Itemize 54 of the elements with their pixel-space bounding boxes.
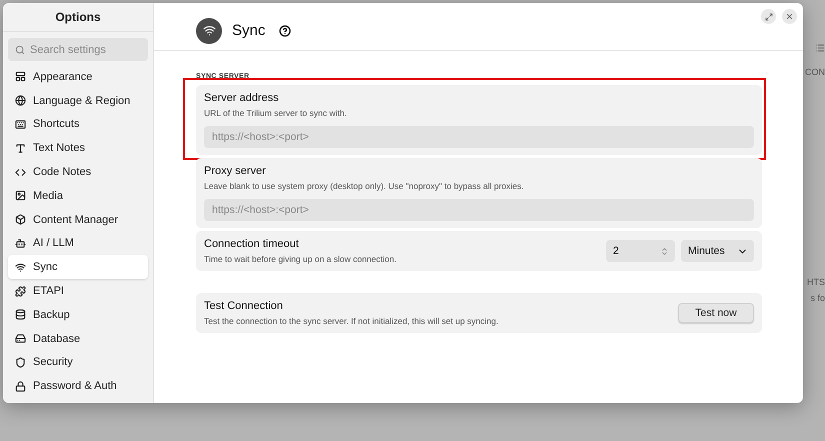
sidebar-item[interactable]: Security [8, 350, 148, 374]
maximize-button[interactable] [761, 9, 776, 24]
image-icon [15, 190, 26, 202]
list-icon[interactable] [815, 43, 825, 53]
sidebar-item[interactable]: Appearance [8, 65, 148, 89]
sidebar-item[interactable]: Sync [8, 255, 148, 280]
setting-description: Test the connection to the sync server. If not initialized, this will set up syncing. [204, 316, 498, 326]
database-icon [15, 309, 26, 320]
sidebar-item[interactable]: Shortcuts [8, 112, 148, 136]
setting-description: Leave blank to use system proxy (desktop only). Use "noproxy" to bypass all proxies. [204, 181, 525, 191]
close-icon [785, 12, 794, 21]
setting-description: Time to wait before giving up on a slow connection. [204, 254, 396, 264]
maximize-icon [764, 12, 772, 20]
close-button[interactable] [782, 9, 797, 24]
sidebar-title: Options [3, 3, 153, 32]
sidebar-item[interactable]: ETAPI [8, 279, 148, 303]
text-icon [15, 142, 26, 154]
search-field[interactable]: Search settings [8, 38, 148, 61]
drive-icon [15, 333, 26, 344]
sidebar-item[interactable]: Text Notes [8, 136, 148, 160]
sidebar-item[interactable]: Password & Auth [8, 374, 148, 398]
setting-label: Test Connection [204, 300, 284, 312]
sidebar-item[interactable]: Media [8, 184, 148, 208]
sidebar-item[interactable]: Language & Region [8, 88, 148, 113]
help-icon[interactable] [279, 24, 292, 36]
sidebar-item[interactable]: Backup [8, 302, 148, 327]
layout-icon [15, 71, 26, 82]
backdrop-text: CON [805, 67, 825, 77]
page-title: Sync [232, 22, 266, 39]
setting-label: Connection timeout [204, 238, 300, 250]
setting-label: Server address [204, 92, 280, 104]
number-field[interactable]: 2 [606, 240, 675, 262]
backdrop-text: HTS [807, 277, 825, 287]
cube-icon [15, 214, 26, 226]
input-field[interactable]: https://<host>:<port> [204, 199, 754, 221]
globe-icon [15, 95, 26, 106]
backdrop-text: s fo [810, 293, 825, 303]
setting-description: URL of the Trilium server to sync with. [204, 108, 348, 118]
code-icon [15, 166, 26, 178]
wifi-icon [15, 262, 26, 273]
keyboard-icon [15, 118, 26, 130]
robot-icon [15, 238, 26, 249]
sidebar-item[interactable]: Database [8, 326, 148, 351]
shield-icon [15, 356, 26, 368]
sidebar-item[interactable]: Content Manager [8, 208, 148, 232]
sidebar-item[interactable]: AI / LLM [8, 232, 148, 256]
setting-label: Proxy server [204, 165, 267, 177]
unit-dropdown[interactable]: Minutes [681, 240, 754, 262]
puzzle-icon [15, 286, 26, 297]
sidebar-item[interactable]: Code Notes [8, 160, 148, 184]
test-button[interactable]: Test now [678, 303, 754, 323]
input-field[interactable]: https://<host>:<port> [204, 126, 754, 148]
spinner-icon[interactable] [660, 246, 669, 256]
lock-icon [15, 380, 26, 392]
